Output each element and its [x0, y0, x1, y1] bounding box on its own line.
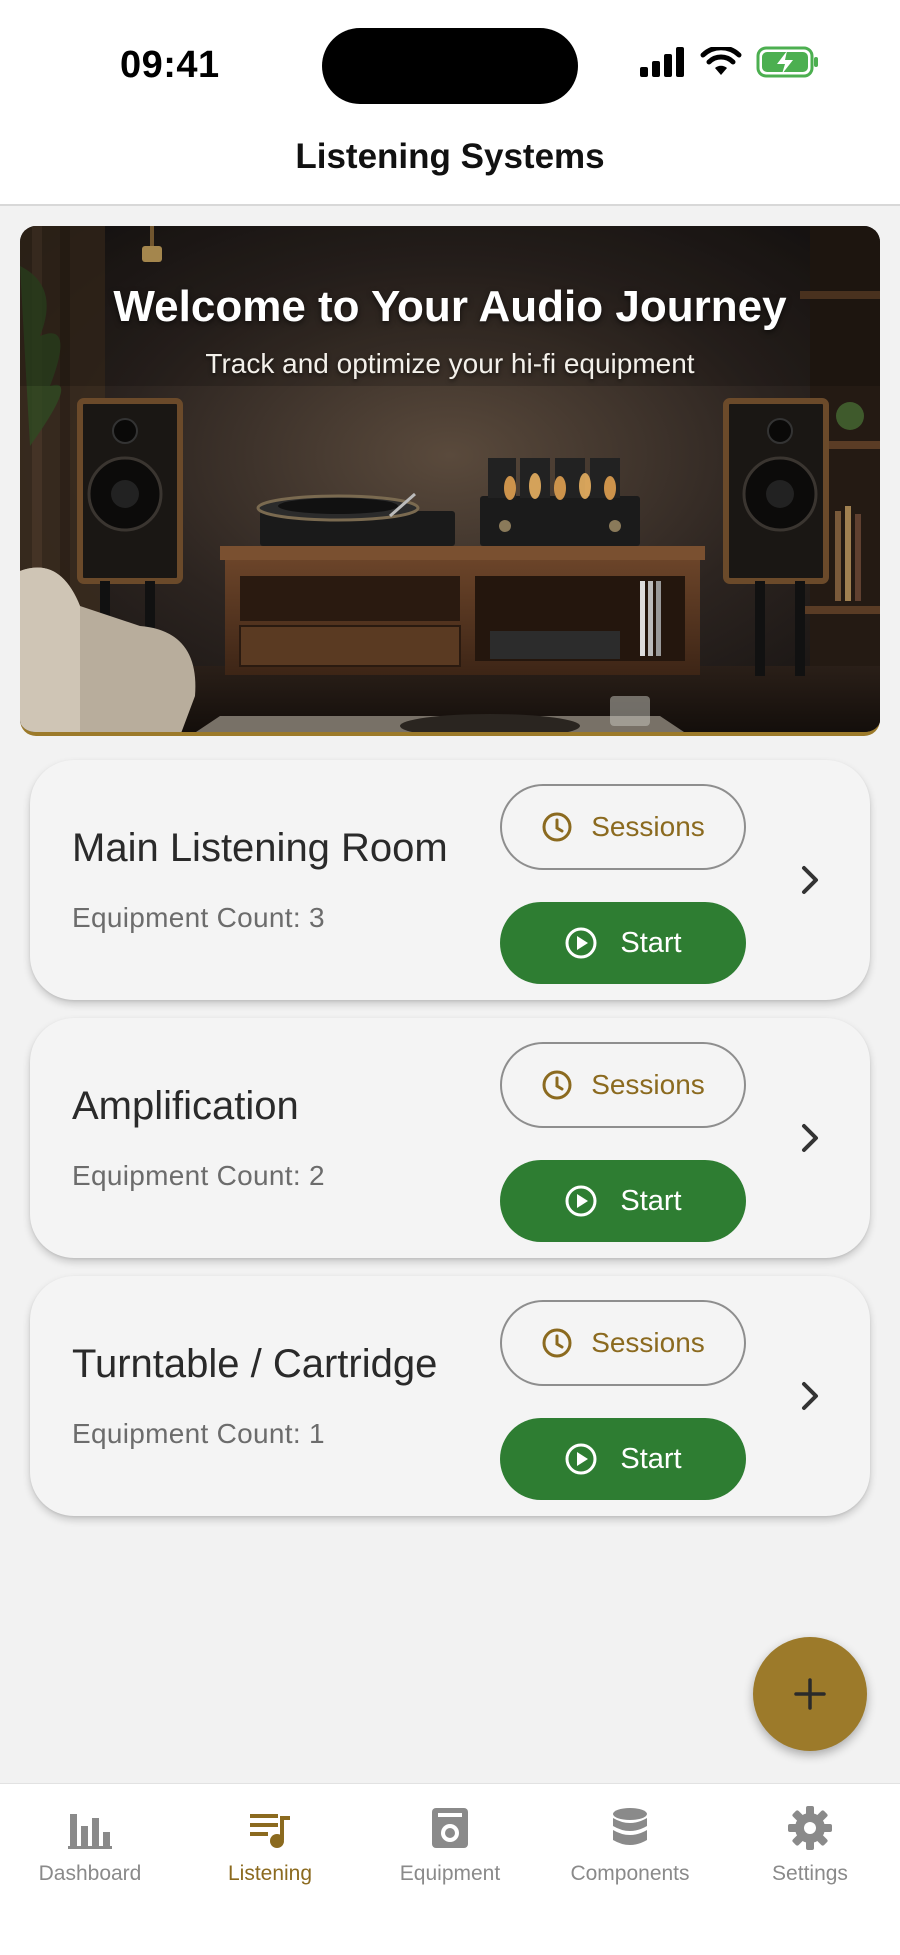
status-time: 09:41 [120, 44, 220, 86]
sessions-label: Sessions [591, 1327, 705, 1358]
equipment-count: Equipment Count: 1 [72, 1418, 325, 1449]
battery-charging-icon [756, 46, 818, 78]
amplifier-icon [432, 1808, 468, 1848]
clock-icon [542, 1328, 572, 1358]
system-card[interactable]: Main Listening Room Equipment Count: 3 S… [30, 760, 870, 1000]
nav-item-listening[interactable]: Listening [180, 1804, 360, 1904]
start-label: Start [620, 1184, 682, 1217]
plus-icon [794, 1678, 826, 1710]
start-button[interactable]: Start [500, 902, 746, 984]
nav-label: Settings [772, 1862, 848, 1885]
nav-item-dashboard[interactable]: Dashboard [0, 1804, 180, 1904]
nav-item-equipment[interactable]: Equipment [360, 1804, 540, 1904]
play-circle-icon [565, 927, 597, 959]
equipment-count: Equipment Count: 3 [72, 902, 325, 933]
nav-label: Equipment [399, 1862, 501, 1885]
play-circle-icon [565, 1185, 597, 1217]
system-card[interactable]: Turntable / Cartridge Equipment Count: 1… [30, 1276, 870, 1516]
clock-icon [542, 1070, 572, 1100]
system-name: Amplification [72, 1084, 299, 1128]
playlist-music-icon [250, 1814, 290, 1848]
chevron-right-icon[interactable] [790, 1376, 830, 1416]
dynamic-island [322, 28, 578, 104]
clock-icon [542, 812, 572, 842]
chevron-right-icon[interactable] [790, 860, 830, 900]
wifi-icon [700, 47, 742, 75]
system-card[interactable]: Amplification Equipment Count: 2 Session… [30, 1018, 870, 1258]
play-circle-icon [565, 1443, 597, 1475]
page-title: Listening Systems [295, 137, 605, 176]
app-header: Listening Systems [0, 120, 900, 206]
start-label: Start [620, 926, 682, 959]
chevron-right-icon[interactable] [790, 1118, 830, 1158]
hero-subtitle: Track and optimize your hi-fi equipment [205, 348, 695, 379]
nav-label: Components [570, 1862, 690, 1885]
add-system-button[interactable] [753, 1637, 867, 1751]
nav-label: Listening [227, 1862, 313, 1885]
system-name: Turntable / Cartridge [72, 1342, 438, 1386]
hero-banner: Welcome to Your Audio Journey Track and … [20, 226, 880, 736]
status-icons [640, 46, 820, 78]
gear-icon [788, 1806, 832, 1850]
cellular-signal-icon [640, 47, 684, 77]
hero-title: Welcome to Your Audio Journey [113, 282, 787, 331]
status-bar: 09:41 [0, 0, 900, 120]
system-name: Main Listening Room [72, 826, 448, 870]
equipment-count: Equipment Count: 2 [72, 1160, 325, 1191]
start-button[interactable]: Start [500, 1160, 746, 1242]
sessions-label: Sessions [591, 811, 705, 842]
nav-item-settings[interactable]: Settings [720, 1804, 900, 1904]
bar-chart-icon [68, 1814, 112, 1849]
start-label: Start [620, 1442, 682, 1475]
bottom-navigation: Dashboard Listening Equipment Components [0, 1783, 900, 1955]
sessions-button[interactable]: Sessions [500, 784, 746, 870]
sessions-button[interactable]: Sessions [500, 1042, 746, 1128]
nav-item-components[interactable]: Components [540, 1804, 720, 1904]
nav-label: Dashboard [38, 1862, 142, 1885]
sessions-label: Sessions [591, 1069, 705, 1100]
start-button[interactable]: Start [500, 1418, 746, 1500]
sessions-button[interactable]: Sessions [500, 1300, 746, 1386]
database-icon [613, 1808, 647, 1845]
